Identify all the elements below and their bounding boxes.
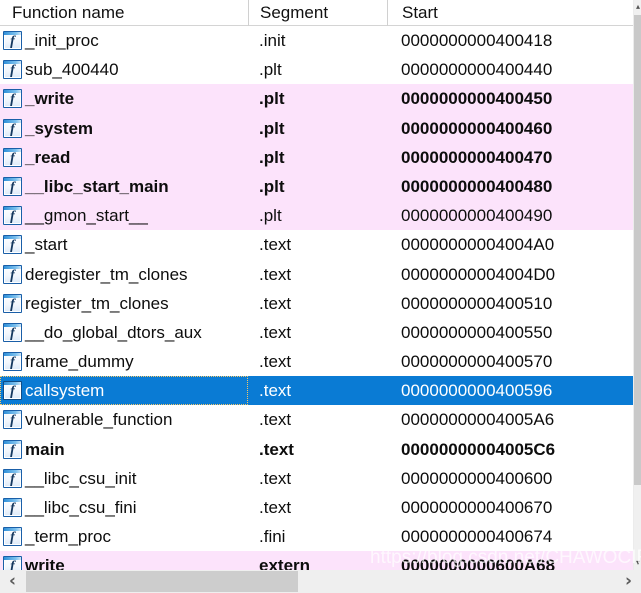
table-row[interactable]: f main .text 00000000004005C6 [0, 434, 633, 464]
table-row[interactable]: f write extern 0000000000600A68 [0, 551, 633, 570]
cell-segment: .plt [259, 60, 282, 80]
cell-function-name: _start [25, 235, 68, 255]
vertical-scrollbar[interactable]: ▴ ▾ [633, 0, 641, 570]
table-row[interactable]: f _start .text 00000000004004A0 [0, 230, 633, 260]
cell-start-address: 0000000000400450 [401, 89, 553, 109]
table-row[interactable]: f __libc_csu_init .text 0000000000400600 [0, 463, 633, 493]
cell-start-address: 0000000000600A68 [401, 556, 556, 570]
cell-start-address: 0000000000400460 [401, 118, 553, 138]
cell-segment: .plt [259, 89, 285, 109]
cell-segment: extern [259, 556, 311, 570]
table-row[interactable]: f __do_global_dtors_aux .text 0000000000400… [0, 317, 633, 348]
cell-function-name: _write [25, 89, 75, 109]
scroll-down-icon[interactable]: ▾ [634, 556, 641, 570]
cell-function-name: __libc_csu_init [25, 468, 137, 488]
table-row[interactable]: f __libc_start_main .plt 0000000000400480 [0, 171, 633, 202]
table-row[interactable]: f callsystem .text 0000000000400596 [0, 376, 633, 406]
cell-segment: .text [259, 498, 292, 517]
table-row[interactable]: f __gmon_start__ .plt 0000000000400490 [0, 201, 633, 231]
cell-start-address: 0000000000400510 [401, 293, 553, 313]
cell-start-address: 0000000000400440 [401, 60, 553, 80]
table-row[interactable]: f deregister_tm_clones .text 00000000004004… [0, 259, 633, 289]
cell-function-name: callsystem [25, 381, 105, 401]
scroll-left-icon[interactable]: ‹ [0, 570, 25, 593]
cell-function-name: __do_global_dtors_aux [25, 322, 202, 342]
cell-function-name: main [25, 439, 65, 459]
cell-start-address: 0000000000400480 [401, 176, 553, 196]
column-header-start[interactable]: Start [387, 0, 633, 26]
cell-segment: .text [259, 352, 292, 372]
cell-start-address: 0000000000400418 [401, 31, 553, 50]
cell-segment: .text [259, 264, 292, 284]
cell-function-name: vulnerable_function [25, 410, 173, 430]
cell-segment: .text [259, 468, 292, 488]
column-header-function-name[interactable]: Function name [0, 0, 248, 26]
vertical-scrollbar-thumb[interactable] [634, 15, 641, 485]
cell-start-address: 0000000000400550 [401, 322, 553, 342]
cell-start-address: 00000000004004A0 [401, 235, 555, 255]
table-row[interactable]: f _read .plt 0000000000400470 [0, 142, 633, 172]
cell-function-name: __libc_start_main [25, 176, 169, 196]
horizontal-scrollbar-thumb[interactable] [26, 571, 298, 592]
cell-function-name: register_tm_clones [25, 293, 169, 313]
cell-segment: .text [259, 235, 292, 255]
cell-function-name: __libc_csu_fini [25, 498, 137, 517]
cell-segment: .plt [259, 206, 282, 226]
cell-start-address: 00000000004004D0 [401, 264, 556, 284]
table-row[interactable]: f sub_400440 .plt 0000000000400440 [0, 55, 633, 85]
cell-start-address: 00000000004005C6 [401, 439, 556, 459]
functions-list[interactable]: f _init_proc .init 0000000000400418 f sub_400… [0, 26, 633, 570]
cell-start-address: 0000000000400600 [401, 468, 553, 488]
cell-start-address: 0000000000400674 [401, 527, 553, 547]
cell-function-name: _read [25, 147, 71, 167]
cell-segment: .plt [259, 118, 285, 138]
cell-function-name: __gmon_start__ [25, 206, 148, 226]
column-header-row: Function name Segment Start [0, 0, 633, 26]
cell-segment: .text [259, 439, 294, 459]
column-header-segment[interactable]: Segment [248, 0, 387, 26]
cell-start-address: 0000000000400670 [401, 498, 553, 517]
cell-segment: .plt [259, 176, 285, 196]
table-row[interactable]: f _term_proc .fini 0000000000400674 [0, 522, 633, 552]
cell-function-name: sub_400440 [25, 60, 119, 80]
cell-segment: .text [259, 381, 292, 401]
cell-function-name: _init_proc [25, 31, 99, 50]
cell-function-name: _term_proc [25, 527, 111, 547]
cell-segment: .fini [259, 527, 286, 547]
cell-start-address: 00000000004005A6 [401, 410, 555, 430]
cell-segment: .text [259, 293, 292, 313]
cell-start-address: 0000000000400596 [401, 381, 553, 401]
cell-function-name: write [25, 556, 65, 570]
scroll-up-icon[interactable]: ▴ [634, 0, 641, 14]
functions-window: Function name Segment Start f _init_proc.… [0, 0, 641, 593]
cell-function-name: deregister_tm_clones [25, 264, 188, 284]
cell-segment: .plt [259, 147, 285, 167]
table-row[interactable]: f _write .plt 0000000000400450 [0, 84, 633, 114]
cell-segment: .init [259, 31, 286, 50]
table-row[interactable]: f register_tm_clones .text 0000000000400510 [0, 288, 633, 318]
cell-segment: .text [259, 322, 292, 342]
scroll-right-icon[interactable]: › [616, 570, 641, 593]
table-row[interactable]: f _system .plt 0000000000400460 [0, 113, 633, 143]
table-row[interactable]: f __libc_csu_fini .text 0000000000400670 [0, 493, 633, 523]
cell-function-name: frame_dummy [25, 352, 134, 372]
cell-start-address: 0000000000400490 [401, 206, 553, 226]
table-row[interactable]: f frame_dummy .text 0000000000400570 [0, 347, 633, 377]
cell-start-address: 0000000000400470 [401, 147, 553, 167]
cell-segment: .text [259, 410, 292, 430]
table-row[interactable]: f vulnerable_function .text 00000000004005A… [0, 405, 633, 435]
cell-function-name: _system [25, 118, 94, 138]
table-row[interactable]: f _init_proc .init 0000000000400418 [0, 26, 633, 56]
cell-start-address: 0000000000400570 [401, 352, 553, 372]
horizontal-scrollbar[interactable]: ‹ › [0, 570, 641, 593]
